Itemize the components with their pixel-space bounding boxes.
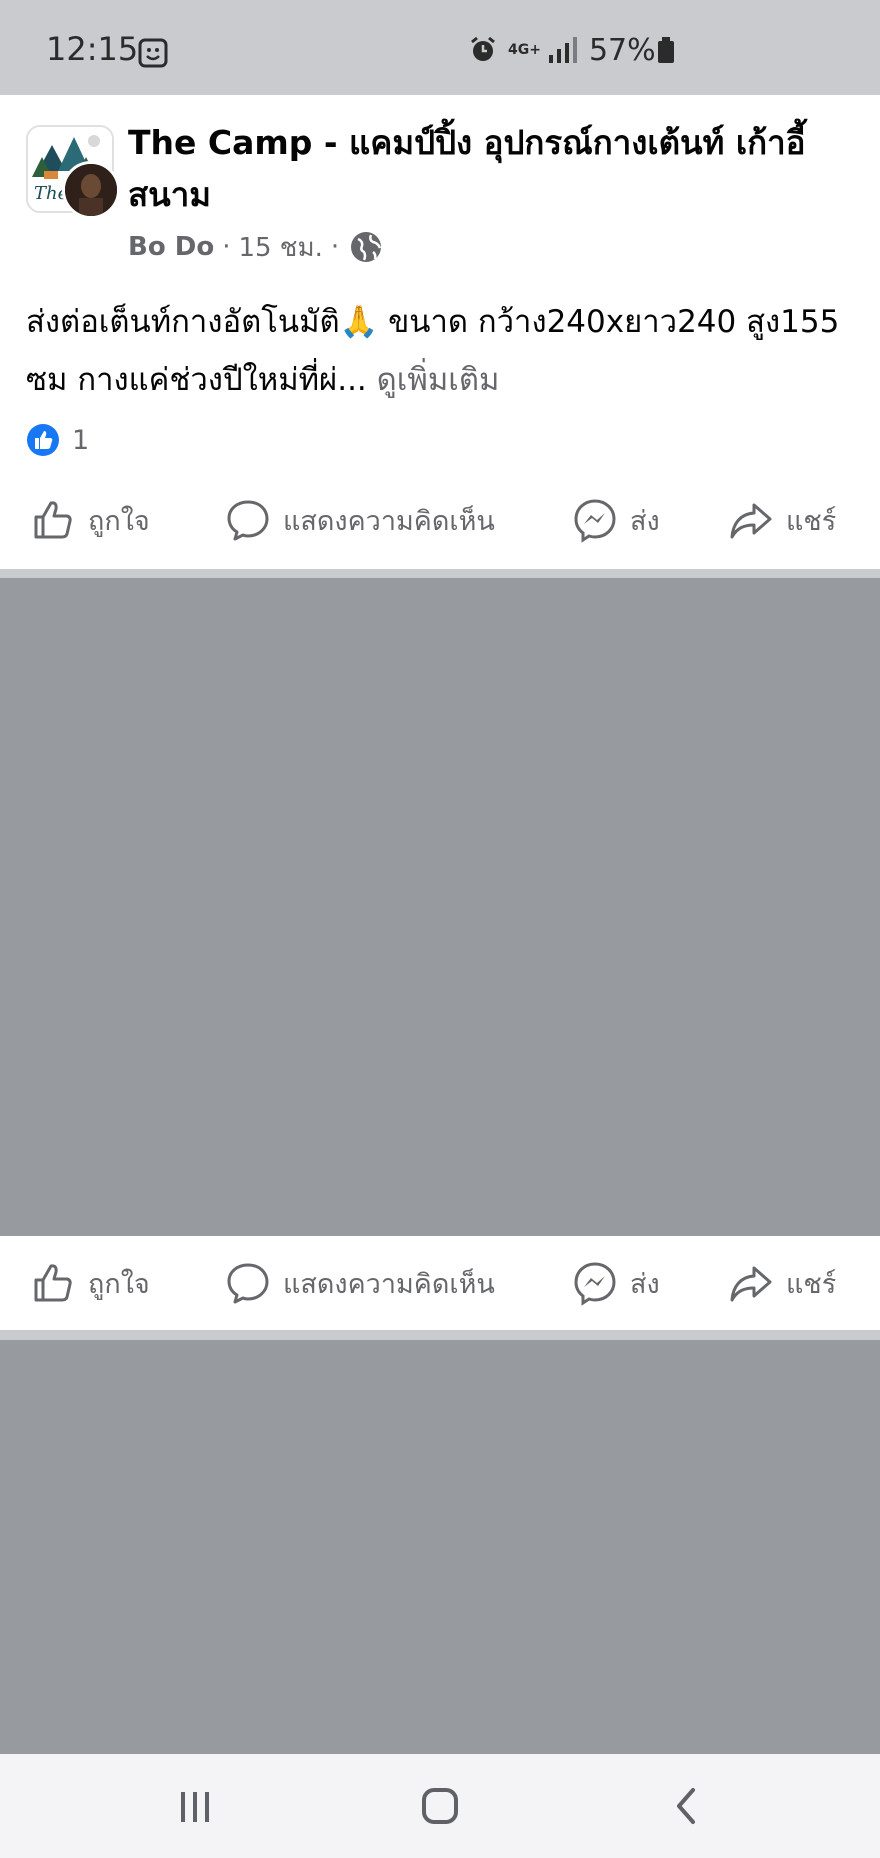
action-row: ถูกใจ แสดงความคิดเห็น ส่ง แชร์ — [0, 1238, 880, 1328]
comment-button[interactable]: แสดงความคิดเห็น — [225, 1253, 495, 1313]
author-avatar[interactable] — [62, 161, 120, 219]
battery-level: 57% — [588, 32, 656, 68]
comment-bubble-icon — [227, 500, 269, 541]
thumbs-up-icon — [34, 1264, 72, 1302]
smiley-notification-icon — [138, 38, 168, 68]
reactions-summary[interactable]: 1 — [26, 421, 89, 459]
like-label: ถูกใจ — [88, 505, 150, 537]
post-meta: Bo Do · 15 ชม. · — [128, 227, 383, 267]
see-more-link[interactable]: ดูเพิ่มเติม — [377, 362, 500, 398]
send-button[interactable]: ส่ง — [572, 1253, 660, 1313]
post-action-bar-2: ถูกใจ แสดงความคิดเห็น ส่ง แชร์ — [0, 1236, 880, 1330]
comment-button[interactable]: แสดงความคิดเห็น — [225, 490, 495, 550]
like-button[interactable]: ถูกใจ — [30, 1253, 150, 1313]
alarm-icon — [471, 36, 495, 61]
send-button[interactable]: ส่ง — [572, 490, 660, 550]
back-icon[interactable] — [657, 1778, 717, 1834]
post-card: The The Camp - แคมป์ปิ้ง อุปกรณ์กางเต้นท… — [0, 95, 880, 569]
author-name[interactable]: Bo Do — [128, 232, 214, 262]
post-text: ส่งต่อเต็นท์กางอัตโนมัติ🙏 ขนาด กว้าง240x… — [26, 293, 866, 409]
comment-label: แสดงความคิดเห็น — [283, 1268, 495, 1300]
recents-icon[interactable] — [165, 1778, 225, 1834]
system-nav-bar — [0, 1754, 880, 1858]
share-label: แชร์ — [786, 1268, 837, 1300]
share-arrow-icon — [730, 503, 772, 539]
network-type: 4G+ — [508, 42, 541, 58]
battery-icon — [657, 37, 674, 63]
like-button[interactable]: ถูกใจ — [30, 490, 150, 550]
send-label: ส่ง — [630, 1268, 660, 1300]
status-bar: 12:15 4G+ 57% — [0, 0, 880, 95]
next-post-placeholder[interactable] — [0, 1340, 880, 1754]
like-label: ถูกใจ — [88, 1268, 150, 1300]
post-time[interactable]: 15 ชม. — [238, 227, 322, 268]
signal-icon — [548, 37, 577, 63]
meta-separator: · — [222, 232, 231, 262]
reaction-count: 1 — [72, 424, 90, 456]
status-time: 12:15 — [46, 30, 139, 68]
share-button[interactable]: แชร์ — [728, 490, 836, 550]
page-name[interactable]: The Camp - แคมป์ปิ้ง อุปกรณ์กางเต้นท์ เก… — [128, 117, 828, 221]
post-media-placeholder[interactable] — [0, 578, 880, 1236]
messenger-icon — [574, 499, 616, 543]
meta-separator: · — [330, 232, 340, 262]
thumbs-up-icon — [34, 501, 72, 539]
post-action-bar: ถูกใจ แสดงความคิดเห็น ส่ง แชร์ — [0, 475, 880, 565]
share-button[interactable]: แชร์ — [728, 1253, 836, 1313]
status-indicators: 4G+ 57% — [468, 30, 676, 70]
globe-icon — [351, 232, 382, 262]
comment-label: แสดงความคิดเห็น — [283, 505, 495, 537]
share-arrow-icon — [730, 1266, 772, 1302]
home-icon[interactable] — [410, 1778, 470, 1834]
send-label: ส่ง — [630, 505, 660, 537]
share-label: แชร์ — [786, 505, 837, 537]
messenger-icon — [574, 1262, 616, 1306]
like-reaction-icon — [27, 424, 59, 456]
comment-bubble-icon — [227, 1263, 269, 1304]
